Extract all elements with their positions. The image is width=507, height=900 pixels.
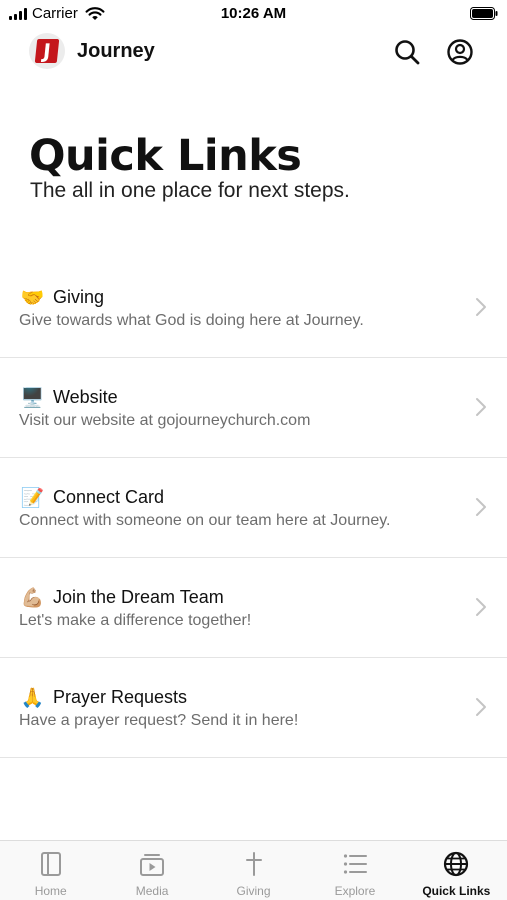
- media-icon: [140, 854, 165, 876]
- link-description: Visit our website at gojourneychurch.com: [19, 412, 311, 429]
- link-title-text: Join the Dream Team: [53, 587, 224, 607]
- praying-hands-icon: 🙏: [20, 687, 45, 709]
- tab-bar: Home Media Giving Explore Quick Links: [0, 840, 507, 900]
- list-icon: [343, 854, 367, 874]
- chevron-right-icon: [476, 598, 486, 616]
- battery-icon: [470, 7, 498, 20]
- link-title: 🖥️ Website: [19, 386, 118, 409]
- link-row-prayer-requests[interactable]: 🙏 Prayer Requests Have a prayer request?…: [0, 658, 507, 758]
- tab-media[interactable]: Media: [101, 841, 202, 900]
- link-row-website[interactable]: 🖥️ Website Visit our website at gojourne…: [0, 358, 507, 458]
- tab-label: Home: [34, 884, 67, 898]
- link-title-text: Giving: [53, 287, 105, 307]
- link-description: Connect with someone on our team here at…: [19, 512, 391, 529]
- link-row-dream-team[interactable]: 💪🏼 Join the Dream Team Let's make a diff…: [0, 558, 507, 658]
- handshake-icon: 🤝: [20, 287, 45, 309]
- chevron-right-icon: [476, 398, 486, 416]
- link-title: 📝 Connect Card: [19, 486, 164, 509]
- cross-icon: [245, 852, 262, 876]
- home-icon: [40, 852, 61, 876]
- chevron-right-icon: [476, 498, 486, 516]
- globe-icon: [444, 851, 469, 877]
- page-title: Quick Links: [29, 131, 302, 181]
- link-title: 🤝 Giving: [19, 286, 104, 309]
- tab-label: Explore: [334, 884, 376, 898]
- profile-icon[interactable]: [446, 38, 474, 66]
- tab-label: Quick Links: [422, 884, 491, 898]
- link-title-text: Prayer Requests: [53, 687, 188, 707]
- monitor-icon: 🖥️: [20, 387, 45, 409]
- link-title: 💪🏼 Join the Dream Team: [19, 586, 224, 609]
- link-description: Have a prayer request? Send it in here!: [19, 712, 299, 729]
- tab-label: Media: [135, 884, 169, 898]
- tab-quick-links[interactable]: Quick Links: [406, 841, 507, 900]
- tab-label: Giving: [236, 884, 271, 898]
- status-time: 10:26 AM: [220, 5, 287, 22]
- app-title: Journey: [77, 40, 155, 62]
- status-bar: Carrier 10:26 AM: [0, 0, 507, 28]
- chevron-right-icon: [476, 698, 486, 716]
- memo-icon: 📝: [20, 487, 45, 509]
- app-logo[interactable]: J: [29, 33, 65, 69]
- link-title-text: Website: [53, 387, 118, 407]
- app-screen: Carrier 10:26 AM J Journey Quick Links T…: [0, 0, 507, 900]
- link-title: 🙏 Prayer Requests: [19, 686, 187, 709]
- link-row-giving[interactable]: 🤝 Giving Give towards what God is doing …: [0, 258, 507, 358]
- flexed-bicep-icon: 💪🏼: [20, 587, 45, 609]
- logo-mark: J: [34, 39, 60, 63]
- link-title-text: Connect Card: [53, 487, 165, 507]
- link-row-connect-card[interactable]: 📝 Connect Card Connect with someone on o…: [0, 458, 507, 558]
- tab-giving[interactable]: Giving: [203, 841, 304, 900]
- search-icon[interactable]: [393, 38, 421, 66]
- app-header: J Journey: [0, 30, 507, 76]
- chevron-right-icon: [476, 298, 486, 316]
- tab-explore[interactable]: Explore: [304, 841, 405, 900]
- tab-home[interactable]: Home: [0, 841, 101, 900]
- link-description: Let's make a difference together!: [19, 612, 252, 629]
- quick-links-list: 🤝 Giving Give towards what God is doing …: [0, 258, 507, 758]
- page-subtitle: The all in one place for next steps.: [30, 179, 350, 202]
- link-description: Give towards what God is doing here at J…: [19, 312, 364, 329]
